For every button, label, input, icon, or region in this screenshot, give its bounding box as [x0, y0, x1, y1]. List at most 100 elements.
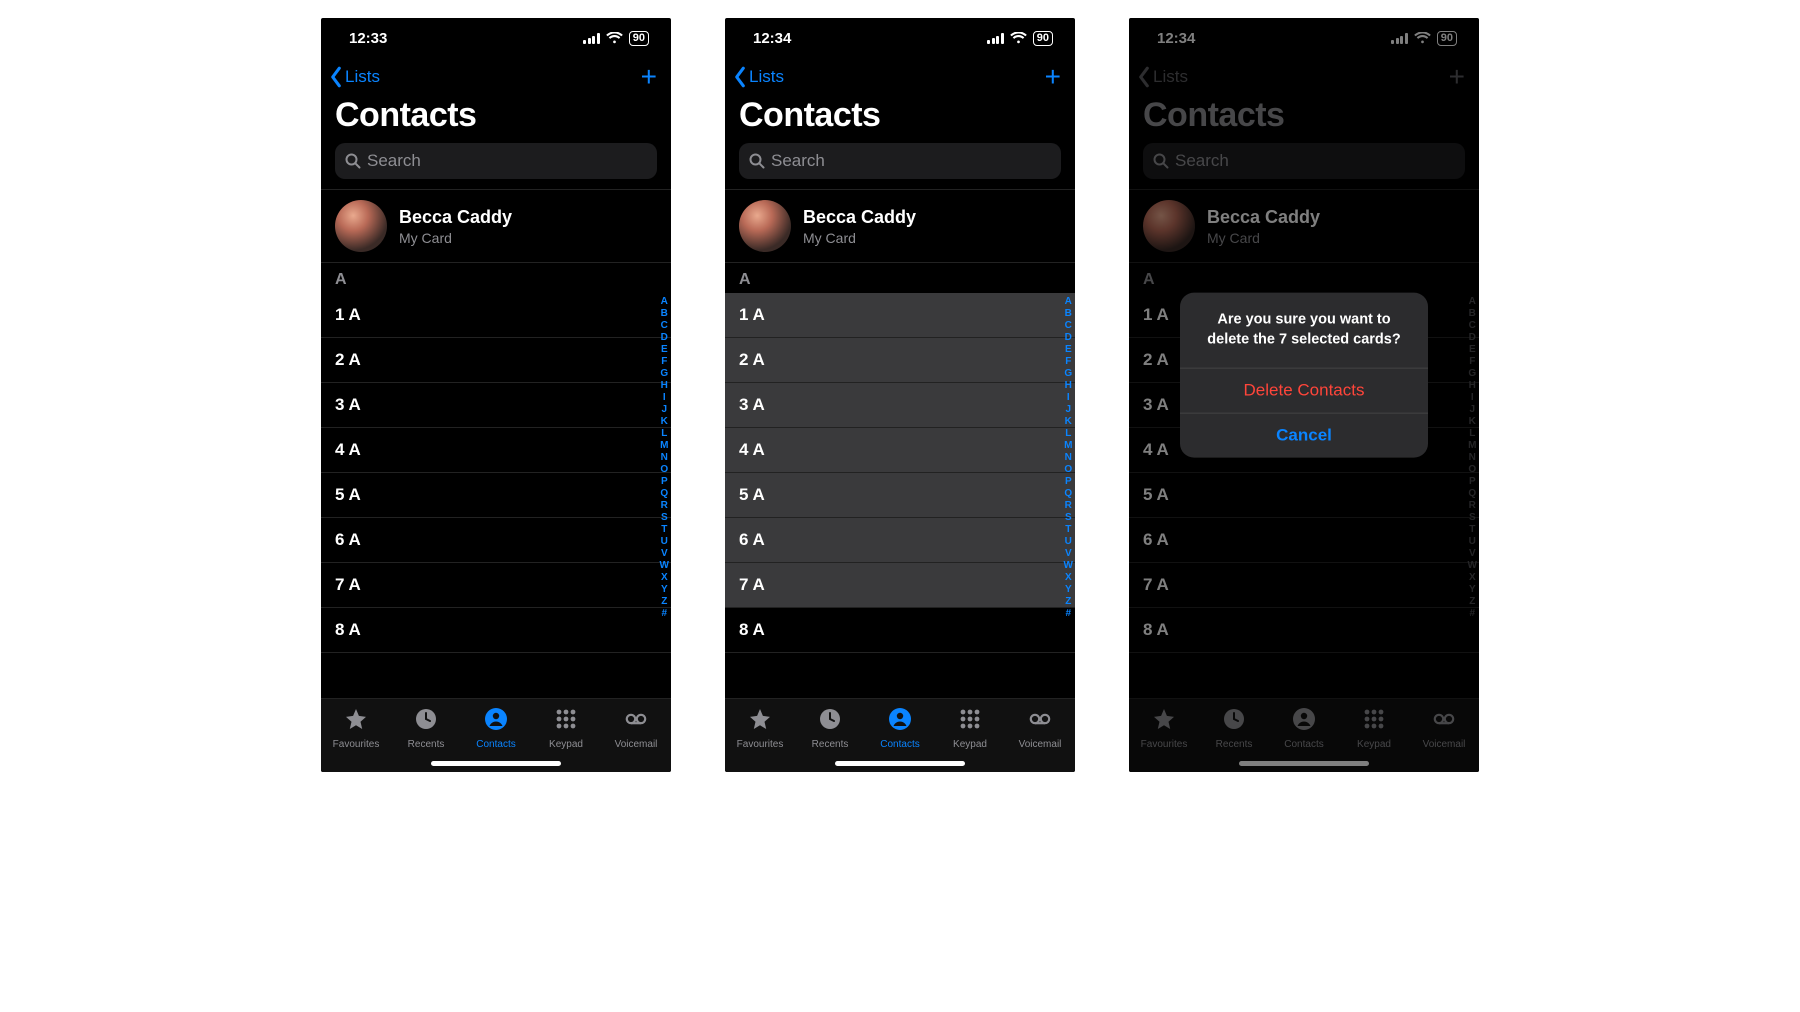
- letter-index-item[interactable]: U: [1065, 536, 1072, 548]
- letter-index-item[interactable]: S: [661, 512, 668, 524]
- letter-index-item[interactable]: T: [661, 524, 667, 536]
- contact-row[interactable]: 1 A: [725, 293, 1075, 338]
- letter-index-item[interactable]: J: [661, 404, 667, 416]
- tab-label: Voicemail: [615, 739, 658, 750]
- tab-favourites[interactable]: Favourites: [324, 707, 388, 750]
- letter-index-item[interactable]: L: [661, 428, 667, 440]
- letter-index-item[interactable]: N: [1065, 452, 1072, 464]
- contact-row[interactable]: 4 A: [321, 428, 671, 473]
- tab-contacts[interactable]: Contacts: [464, 707, 528, 750]
- wifi-icon: [1010, 32, 1027, 44]
- back-label: Lists: [345, 67, 380, 87]
- contact-row[interactable]: 3 A: [725, 383, 1075, 428]
- letter-index-item[interactable]: A: [1065, 296, 1072, 308]
- letter-index-item[interactable]: F: [1065, 356, 1071, 368]
- contact-row[interactable]: 2 A: [725, 338, 1075, 383]
- letter-index-item[interactable]: Z: [1065, 596, 1071, 608]
- letter-index-item[interactable]: A: [661, 296, 668, 308]
- contact-row[interactable]: 7 A: [725, 563, 1075, 608]
- letter-index-item[interactable]: O: [1064, 464, 1072, 476]
- back-button[interactable]: Lists: [733, 66, 784, 88]
- letter-index-item[interactable]: K: [1065, 416, 1072, 428]
- search-input[interactable]: Search: [739, 143, 1061, 179]
- letter-index-item[interactable]: T: [1065, 524, 1071, 536]
- letter-index-item[interactable]: N: [661, 452, 668, 464]
- letter-index-item[interactable]: G: [660, 368, 668, 380]
- letter-index-item[interactable]: D: [1065, 332, 1072, 344]
- letter-index-item[interactable]: B: [1065, 308, 1072, 320]
- tab-recents[interactable]: Recents: [394, 707, 458, 750]
- letter-index-item[interactable]: Y: [1065, 584, 1072, 596]
- contact-row[interactable]: 1 A: [321, 293, 671, 338]
- tab-voicemail[interactable]: Voicemail: [1008, 707, 1072, 750]
- tab-label: Recents: [812, 739, 849, 750]
- chevron-left-icon: [329, 66, 343, 88]
- letter-index-item[interactable]: Q: [660, 488, 668, 500]
- contact-list: 1 A2 A3 A4 A5 A6 A7 A8 A: [321, 293, 671, 698]
- contact-row[interactable]: 6 A: [321, 518, 671, 563]
- clock-icon: [414, 707, 438, 736]
- letter-index-item[interactable]: C: [1065, 320, 1072, 332]
- contact-row[interactable]: 8 A: [725, 608, 1075, 653]
- letter-index-item[interactable]: W: [1064, 560, 1073, 572]
- letter-index[interactable]: ABCDEFGHIJKLMNOPQRSTUVWXYZ#: [1064, 296, 1073, 620]
- letter-index-item[interactable]: L: [1065, 428, 1071, 440]
- letter-index-item[interactable]: D: [661, 332, 668, 344]
- contact-row[interactable]: 7 A: [321, 563, 671, 608]
- letter-index-item[interactable]: #: [1065, 608, 1071, 620]
- contact-row[interactable]: 5 A: [725, 473, 1075, 518]
- search-input[interactable]: Search: [335, 143, 657, 179]
- letter-index-item[interactable]: Q: [1064, 488, 1072, 500]
- letter-index-item[interactable]: R: [661, 500, 668, 512]
- letter-index-item[interactable]: K: [661, 416, 668, 428]
- letter-index-item[interactable]: M: [1064, 440, 1072, 452]
- contact-row[interactable]: 4 A: [725, 428, 1075, 473]
- letter-index-item[interactable]: I: [663, 392, 666, 404]
- contact-row[interactable]: 8 A: [321, 608, 671, 653]
- my-card[interactable]: Becca Caddy My Card: [321, 190, 671, 262]
- letter-index-item[interactable]: Z: [661, 596, 667, 608]
- letter-index-item[interactable]: F: [661, 356, 667, 368]
- letter-index-item[interactable]: I: [1067, 392, 1070, 404]
- letter-index-item[interactable]: U: [661, 536, 668, 548]
- letter-index-item[interactable]: X: [661, 572, 668, 584]
- tab-recents[interactable]: Recents: [798, 707, 862, 750]
- my-card[interactable]: Becca Caddy My Card: [725, 190, 1075, 262]
- contact-row[interactable]: 5 A: [321, 473, 671, 518]
- back-button[interactable]: Lists: [329, 66, 380, 88]
- letter-index-item[interactable]: E: [661, 344, 668, 356]
- add-button[interactable]: +: [1045, 63, 1061, 91]
- contact-row[interactable]: 2 A: [321, 338, 671, 383]
- letter-index-item[interactable]: V: [1065, 548, 1072, 560]
- cancel-button[interactable]: Cancel: [1180, 414, 1428, 458]
- letter-index-item[interactable]: B: [661, 308, 668, 320]
- letter-index-item[interactable]: P: [661, 476, 668, 488]
- status-right: 90: [987, 31, 1053, 46]
- letter-index-item[interactable]: H: [1065, 380, 1072, 392]
- letter-index-item[interactable]: R: [1065, 500, 1072, 512]
- tab-voicemail[interactable]: Voicemail: [604, 707, 668, 750]
- letter-index-item[interactable]: O: [660, 464, 668, 476]
- tab-contacts[interactable]: Contacts: [868, 707, 932, 750]
- letter-index-item[interactable]: G: [1064, 368, 1072, 380]
- letter-index-item[interactable]: S: [1065, 512, 1072, 524]
- letter-index-item[interactable]: P: [1065, 476, 1072, 488]
- letter-index-item[interactable]: Y: [661, 584, 668, 596]
- tab-keypad[interactable]: Keypad: [534, 707, 598, 750]
- add-button[interactable]: +: [641, 63, 657, 91]
- tab-favourites[interactable]: Favourites: [728, 707, 792, 750]
- letter-index-item[interactable]: E: [1065, 344, 1072, 356]
- contact-row[interactable]: 6 A: [725, 518, 1075, 563]
- letter-index-item[interactable]: C: [661, 320, 668, 332]
- letter-index-item[interactable]: W: [660, 560, 669, 572]
- letter-index-item[interactable]: #: [661, 608, 667, 620]
- letter-index-item[interactable]: X: [1065, 572, 1072, 584]
- delete-contacts-button[interactable]: Delete Contacts: [1180, 369, 1428, 414]
- contact-row[interactable]: 3 A: [321, 383, 671, 428]
- tab-keypad[interactable]: Keypad: [938, 707, 1002, 750]
- letter-index-item[interactable]: H: [661, 380, 668, 392]
- letter-index-item[interactable]: V: [661, 548, 668, 560]
- letter-index-item[interactable]: M: [660, 440, 668, 452]
- letter-index-item[interactable]: J: [1065, 404, 1071, 416]
- letter-index[interactable]: ABCDEFGHIJKLMNOPQRSTUVWXYZ#: [660, 296, 669, 620]
